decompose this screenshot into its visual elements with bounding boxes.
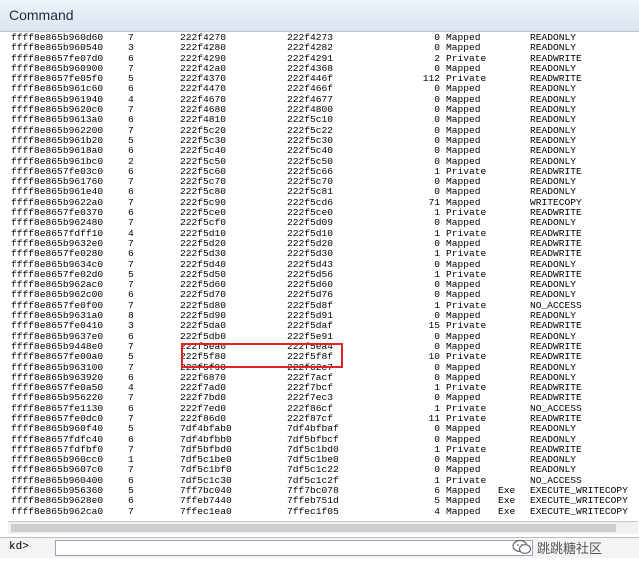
highlight-box xyxy=(181,343,343,368)
exe-flag: Exe xyxy=(498,505,516,517)
commit-count: 0 xyxy=(434,155,440,167)
memory-type: Private xyxy=(446,248,487,260)
commit-count: 112 xyxy=(422,73,440,85)
commit-count: 0 xyxy=(434,433,440,445)
commit-count: 1 xyxy=(434,248,440,260)
command-prompt: kd> xyxy=(9,541,29,553)
commit-count: 0 xyxy=(434,33,440,43)
wechat-icon xyxy=(512,539,532,554)
commit-count: 0 xyxy=(434,176,440,188)
commit-count: 1 xyxy=(434,299,440,311)
commit-count: 0 xyxy=(434,114,440,126)
vad-address: ffff8e865b962ca0 xyxy=(11,505,104,517)
commit-count: 0 xyxy=(434,289,440,301)
command-input[interactable] xyxy=(55,540,533,556)
start-address: 7ffec1ea0 xyxy=(180,505,232,517)
end-address: 7ffec1f05 xyxy=(287,505,339,517)
window-titlebar[interactable]: Command xyxy=(0,0,639,32)
commit-count: 0 xyxy=(434,104,440,116)
watermark: 跳跳糖社区 xyxy=(512,536,602,558)
scrollbar-thumb[interactable] xyxy=(11,524,616,532)
commit-count: 0 xyxy=(434,83,440,95)
window-title: Command xyxy=(9,7,74,23)
commit-count: 6 xyxy=(434,485,440,497)
commit-count: 5 xyxy=(434,495,440,507)
commit-count: 0 xyxy=(434,392,440,404)
commit-count: 0 xyxy=(434,42,440,54)
commit-count: 4 xyxy=(434,505,440,517)
vad-address: ffff8e8657fe0280 xyxy=(11,248,104,260)
vad-level: 7 xyxy=(128,505,134,517)
start-address: 222f5d30 xyxy=(180,248,227,260)
watermark-text: 跳跳糖社区 xyxy=(537,540,603,556)
commit-count: 0 xyxy=(434,454,440,466)
commit-count: 0 xyxy=(434,124,440,136)
commit-count: 0 xyxy=(434,217,440,229)
commit-count: 1 xyxy=(434,474,440,486)
vad-level: 5 xyxy=(128,351,134,363)
commit-count: 10 xyxy=(428,351,440,363)
commit-count: 1 xyxy=(434,382,440,394)
commit-count: 1 xyxy=(434,207,440,219)
commit-count: 0 xyxy=(434,134,440,146)
vad-level: 6 xyxy=(128,248,134,260)
commit-count: 1 xyxy=(434,227,440,239)
table-row: ffff8e865b962ca0 7 7ffec1ea0 7ffec1f05 4 Mapp… xyxy=(8,505,638,517)
commit-count: 0 xyxy=(434,237,440,249)
protection: READWRITE xyxy=(530,351,582,363)
commit-count: 0 xyxy=(434,361,440,373)
commit-count: 15 xyxy=(428,320,440,332)
commit-count: 0 xyxy=(434,279,440,291)
commit-count: 71 xyxy=(428,196,440,208)
commit-count: 1 xyxy=(434,268,440,280)
command-output[interactable]: ffff8e865b960d60 7 222f4270 222f4273 0 Mapped… xyxy=(8,33,638,521)
vad-address: ffff8e8657fe00a0 xyxy=(11,351,104,363)
protection: READWRITE xyxy=(530,248,582,260)
commit-count: 0 xyxy=(434,464,440,476)
commit-count: 0 xyxy=(434,423,440,435)
commit-count: 2 xyxy=(434,52,440,64)
horizontal-scrollbar[interactable] xyxy=(8,521,638,534)
commit-count: 11 xyxy=(428,412,440,424)
commit-count: 0 xyxy=(434,145,440,157)
protection: EXECUTE_WRITECOPY xyxy=(530,505,628,517)
commit-count: 0 xyxy=(434,330,440,342)
commit-count: 0 xyxy=(434,93,440,105)
end-address: 222f5d30 xyxy=(287,248,334,260)
commit-count: 1 xyxy=(434,443,440,455)
table-row: ffff8e8657fe0280 6 222f5d30 222f5d30 1 Privat… xyxy=(8,248,638,260)
memory-type: Private xyxy=(446,351,487,363)
memory-type: Mapped xyxy=(446,505,481,517)
commit-count: 0 xyxy=(434,371,440,383)
commit-count: 0 xyxy=(434,258,440,270)
commit-count: 1 xyxy=(434,165,440,177)
